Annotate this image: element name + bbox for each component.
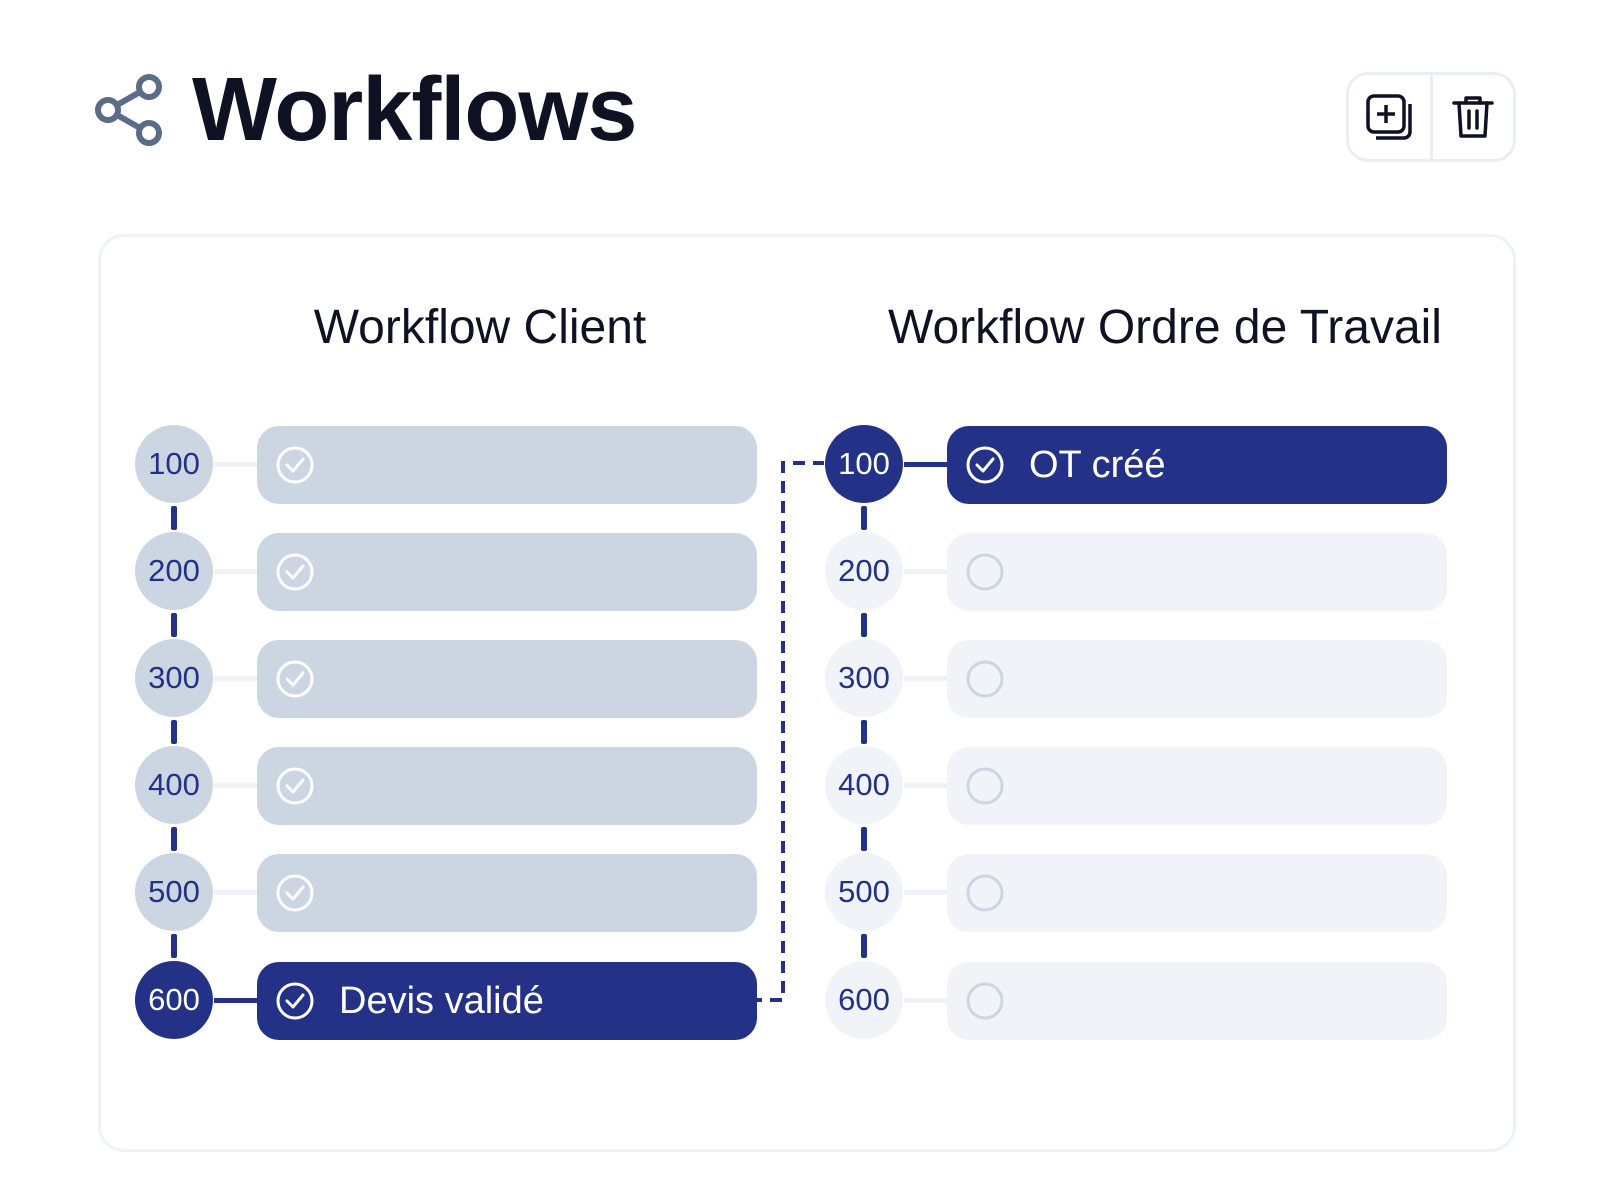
step-label: Devis validé bbox=[339, 979, 544, 1022]
check-circle-icon bbox=[276, 982, 314, 1020]
step-connector bbox=[214, 462, 258, 467]
step-node: 200 bbox=[825, 532, 903, 610]
step-link bbox=[861, 720, 867, 744]
check-circle-icon bbox=[276, 660, 314, 698]
step-bar[interactable] bbox=[947, 640, 1447, 718]
step-node: 100 bbox=[825, 425, 903, 503]
workflow-link-dashed bbox=[750, 461, 824, 1002]
page-title: Workflows bbox=[192, 60, 637, 160]
check-circle-icon bbox=[276, 446, 314, 484]
step-bar[interactable] bbox=[257, 533, 757, 611]
step-link bbox=[861, 506, 867, 530]
step-link bbox=[861, 827, 867, 851]
step-node: 200 bbox=[135, 532, 213, 610]
empty-circle-icon bbox=[966, 982, 1004, 1020]
step-node: 500 bbox=[135, 853, 213, 931]
duplicate-button[interactable] bbox=[1349, 75, 1430, 159]
step-link bbox=[171, 827, 177, 851]
step-node: 400 bbox=[825, 746, 903, 824]
step-bar[interactable] bbox=[257, 747, 757, 825]
step-bar[interactable] bbox=[947, 533, 1447, 611]
step-bar[interactable]: OT créé bbox=[947, 426, 1447, 504]
step-link bbox=[171, 613, 177, 637]
step-connector bbox=[214, 783, 258, 788]
step-connector bbox=[214, 569, 258, 574]
step-bar[interactable] bbox=[257, 640, 757, 718]
trash-icon bbox=[1452, 96, 1494, 138]
duplicate-icon bbox=[1366, 94, 1412, 140]
step-bar[interactable]: Devis validé bbox=[257, 962, 757, 1040]
step-connector bbox=[904, 676, 948, 681]
share-icon bbox=[95, 74, 162, 146]
check-circle-icon bbox=[966, 446, 1004, 484]
empty-circle-icon bbox=[966, 874, 1004, 912]
step-node: 500 bbox=[825, 853, 903, 931]
header-toolbar bbox=[1346, 72, 1516, 162]
step-connector bbox=[904, 462, 948, 467]
check-circle-icon bbox=[276, 874, 314, 912]
page-header: Workflows bbox=[94, 58, 637, 162]
step-bar[interactable] bbox=[257, 854, 757, 932]
empty-circle-icon bbox=[966, 553, 1004, 591]
step-connector bbox=[904, 569, 948, 574]
step-link bbox=[861, 613, 867, 637]
step-bar[interactable] bbox=[947, 962, 1447, 1040]
step-link bbox=[861, 934, 867, 958]
empty-circle-icon bbox=[966, 767, 1004, 805]
step-link bbox=[171, 506, 177, 530]
delete-button[interactable] bbox=[1429, 75, 1514, 159]
step-connector bbox=[214, 890, 258, 895]
step-node: 100 bbox=[135, 425, 213, 503]
step-connector bbox=[904, 783, 948, 788]
step-connector bbox=[904, 890, 948, 895]
step-bar[interactable] bbox=[257, 426, 757, 504]
step-connector bbox=[214, 676, 258, 681]
workflow-client-title: Workflow Client bbox=[313, 301, 647, 354]
empty-circle-icon bbox=[966, 660, 1004, 698]
step-label: OT créé bbox=[1029, 443, 1166, 486]
check-circle-icon bbox=[276, 553, 314, 591]
step-connector bbox=[214, 998, 258, 1003]
step-node: 300 bbox=[825, 639, 903, 717]
step-link bbox=[171, 720, 177, 744]
step-bar[interactable] bbox=[947, 747, 1447, 825]
step-connector bbox=[904, 998, 948, 1003]
step-node: 600 bbox=[825, 961, 903, 1039]
step-bar[interactable] bbox=[947, 854, 1447, 932]
check-circle-icon bbox=[276, 767, 314, 805]
step-node: 600 bbox=[135, 961, 213, 1039]
step-link bbox=[171, 934, 177, 958]
workflow-ot-title: Workflow Ordre de Travail bbox=[888, 301, 1442, 354]
step-node: 400 bbox=[135, 746, 213, 824]
step-node: 300 bbox=[135, 639, 213, 717]
